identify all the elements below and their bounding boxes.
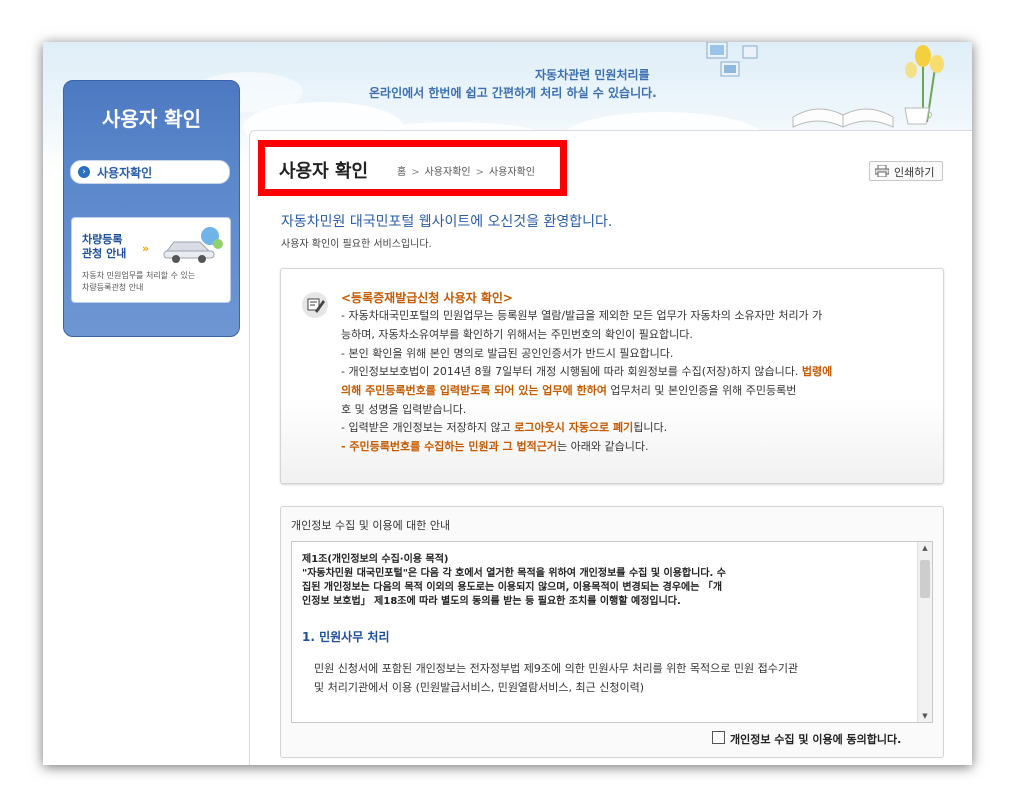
print-button[interactable]: 인쇄하기 — [869, 161, 943, 181]
agree-checkbox[interactable] — [712, 731, 725, 744]
notice-line: - 개인정보보호법이 2014년 8월 7일부터 개정 시행됨에 따라 회원정보… — [341, 363, 832, 379]
privacy-body-line: 민원 신청서에 포함된 개인정보는 전자정부법 제9조에 의한 민원사무 처리를… — [314, 662, 799, 675]
notice-text: - 입력받은 개인정보는 저장하지 않고 — [341, 421, 515, 434]
scroll-down-icon[interactable]: ▼ — [918, 712, 932, 720]
notice-line: - 본인 확인을 위해 본인 명의로 발급된 공인인증서가 반드시 필요합니다. — [341, 347, 674, 360]
notice-title: <등록증재발급신청 사용자 확인> — [341, 291, 513, 305]
red-highlight-box — [258, 140, 567, 196]
open-book-icon — [792, 108, 894, 128]
chevron-right-icon: › — [78, 166, 90, 178]
card-title-line2: 관청 안내 — [82, 247, 127, 260]
card-desc-line2: 차량등록관청 안내 — [82, 283, 144, 292]
notice-line: 능하며, 자동차소유여부를 확인하기 위해서는 주민번호의 확인이 필요합니다. — [341, 328, 693, 341]
privacy-title: 개인정보 수집 및 이용에 대한 안내 — [291, 519, 451, 532]
sidebar-item-label: 사용자확인 — [97, 166, 153, 180]
memo-pencil-icon — [302, 292, 328, 318]
printer-icon — [875, 165, 889, 177]
notice-line: - 입력받은 개인정보는 저장하지 않고 로그아웃시 자동으로 폐기됩니다. — [341, 419, 667, 435]
privacy-body-line: 및 처리기관에서 이용 (민원발급서비스, 민원열람서비스, 최근 신청이력) — [314, 681, 645, 694]
agree-checkbox-row[interactable]: 개인정보 수집 및 이용에 동의합니다. — [712, 731, 901, 747]
photo-frames-icon — [706, 42, 758, 77]
welcome-note: 사용자 확인이 필요한 서비스입니다. — [281, 239, 432, 250]
sidebar-title: 사용자 확인 — [102, 107, 201, 131]
privacy-text-line: 인정보 보호법」 제18조에 따라 별도의 동의를 받는 등 필요한 조치를 이… — [302, 596, 681, 607]
vehicle-office-guide-card[interactable]: 차량등록 관청 안내 » 자동차 민원업무를 처리할 수 있는 차량등록관청 안… — [71, 217, 231, 303]
sidebar: 사용자 확인 › 사용자확인 차량등록 관청 안내 » 자동차 민원업무를 처리… — [63, 80, 240, 337]
cup-icon — [904, 107, 933, 125]
notice-text: 됩니다. — [633, 421, 668, 434]
notice-emphasis: 법령에 — [801, 365, 833, 378]
card-desc-line1: 자동차 민원업무를 처리할 수 있는 — [82, 271, 196, 280]
notice-text: 업무처리 및 본인인증을 위해 주민등록번 — [606, 384, 797, 397]
notice-text: 는 아래와 같습니다. — [557, 440, 649, 453]
privacy-text-line: "자동차민원 대국민포털"은 다음 각 호에서 열거한 목적을 위하여 개인정보… — [302, 568, 726, 579]
banner-line2: 온라인에서 한번에 쉽고 간편하게 처리 하실 수 있습니다. — [369, 86, 657, 100]
notice-line: 호 및 성명을 입력받습니다. — [341, 403, 467, 416]
notice-emphasis: - 주민등록번호를 수집하는 민원과 그 법적근거 — [341, 440, 557, 453]
agree-label: 개인정보 수집 및 이용에 동의합니다. — [730, 733, 902, 746]
notice-emphasis: 로그아웃시 자동으로 폐기 — [514, 421, 634, 434]
notice-box: <등록증재발급신청 사용자 확인> - 자동차대국민포털의 민원업무는 등록원부… — [280, 268, 944, 484]
scrollbar[interactable]: ▲ ▼ — [917, 542, 932, 722]
car-gear-icon — [163, 227, 223, 263]
privacy-section-heading: 1. 민원사무 처리 — [302, 630, 390, 644]
notice-line: - 자동차대국민포털의 민원업무는 등록원부 열람/발급을 제외한 모든 업무가… — [341, 309, 823, 322]
browser-page: 자동차관련 민원처리를 온라인에서 한번에 쉽고 간편하게 처리 하실 수 있습… — [43, 42, 972, 765]
double-arrow-icon: » — [142, 242, 149, 255]
privacy-text-line: 집된 개인정보는 다음의 목적 이외의 용도로는 이용되지 않으며, 이용목적이… — [302, 582, 723, 593]
privacy-article-title: 제1조(개인정보의 수집·이용 목적) — [302, 554, 449, 565]
notice-line: - 주민등록번호를 수집하는 민원과 그 법적근거는 아래와 같습니다. — [341, 438, 648, 454]
scroll-up-icon[interactable]: ▲ — [918, 544, 932, 552]
print-label: 인쇄하기 — [894, 166, 935, 179]
banner-line1: 자동차관련 민원처리를 — [535, 68, 650, 82]
sidebar-item-user-check[interactable]: › 사용자확인 — [70, 160, 230, 184]
notice-emphasis: 의해 주민등록번호를 입력받도록 되어 있는 업무에 한하여 — [341, 384, 607, 397]
notice-text: - 개인정보보호법이 2014년 8월 7일부터 개정 시행됨에 따라 회원정보… — [341, 365, 802, 378]
notice-line: 의해 주민등록번호를 입력받도록 되어 있는 업무에 한하여 업무처리 및 본인… — [341, 382, 796, 398]
privacy-panel: 개인정보 수집 및 이용에 대한 안내 제1조(개인정보의 수집·이용 목적) … — [280, 506, 944, 758]
scrollbar-thumb[interactable] — [920, 560, 930, 598]
privacy-text-area[interactable]: 제1조(개인정보의 수집·이용 목적) "자동차민원 대국민포털"은 다음 각 … — [291, 541, 933, 723]
welcome-title: 자동차민원 대국민포털 웹사이트에 오신것을 환영합니다. — [281, 214, 613, 230]
